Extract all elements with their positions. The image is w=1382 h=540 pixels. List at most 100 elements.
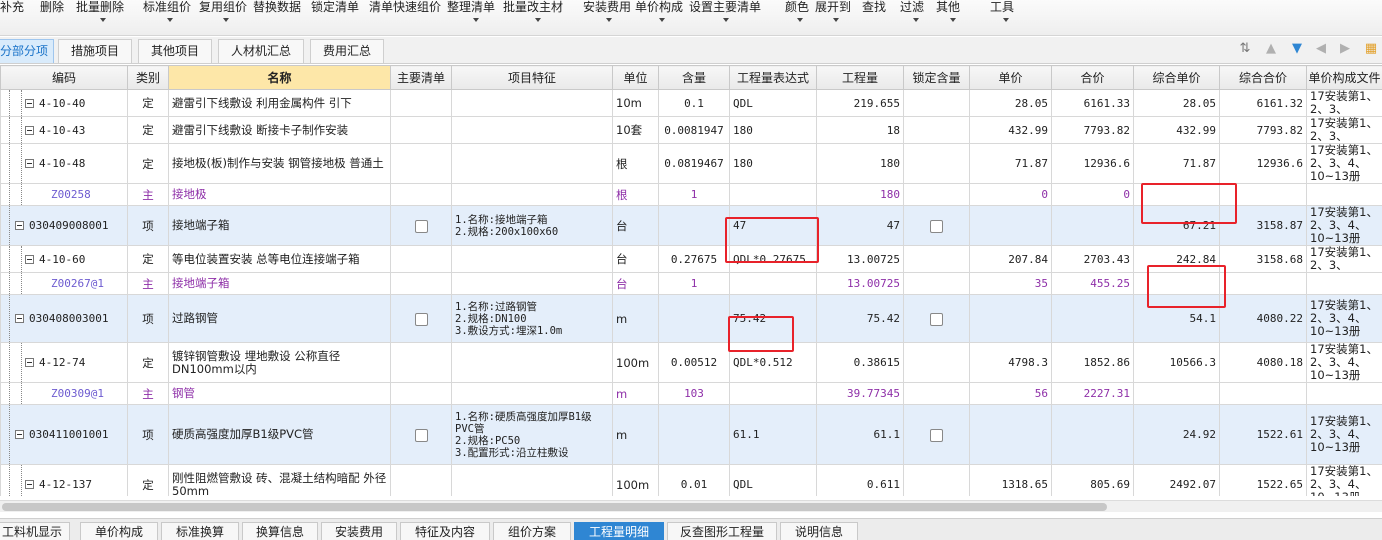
col-header-total[interactable]: 合价 xyxy=(1051,65,1134,90)
cell-expression[interactable]: QDL xyxy=(729,89,817,117)
sort-icon[interactable]: ⇅ xyxy=(1238,42,1252,56)
cell-price-file[interactable]: 17安装第1、2、3、 xyxy=(1306,245,1382,273)
cell-name[interactable]: 钢管 xyxy=(168,382,391,405)
cell-total[interactable]: 805.69 xyxy=(1051,464,1134,496)
cell-comp-unit-price[interactable]: 28.05 xyxy=(1133,89,1220,117)
cell-unit-price[interactable]: 207.84 xyxy=(969,245,1052,273)
cell-name[interactable]: 接地端子箱 xyxy=(168,272,391,295)
cell-ratio[interactable]: 0.01 xyxy=(658,464,730,496)
toolbar-price-structure-button[interactable]: 单价构成 xyxy=(635,0,683,16)
chevron-down-icon[interactable] xyxy=(1003,18,1009,22)
cell-quantity[interactable]: 180 xyxy=(816,183,904,206)
cell-category[interactable]: 主 xyxy=(127,272,169,295)
quota-row[interactable]: 4-10-48 定接地极(板)制作与安装 钢管接地极 普通土根 0.0819467 1… xyxy=(0,143,1382,184)
cell-quantity[interactable]: 61.1 xyxy=(816,404,904,465)
cell-expression[interactable] xyxy=(729,382,817,405)
cell-name[interactable]: 等电位装置安装 总等电位连接端子箱 xyxy=(168,245,391,273)
btab-huansuanxinxi[interactable]: 换算信息 xyxy=(242,522,318,540)
cell-ratio[interactable]: 1 xyxy=(658,183,730,206)
cell-total[interactable] xyxy=(1051,205,1134,246)
cell-lock-ratio[interactable] xyxy=(903,382,970,405)
cell-lock-ratio[interactable] xyxy=(903,205,970,246)
col-header-main-bill[interactable]: 主要清单 xyxy=(390,65,452,90)
chevron-down-icon[interactable] xyxy=(535,18,541,22)
cell-quantity[interactable]: 47 xyxy=(816,205,904,246)
cell-total[interactable]: 2703.43 xyxy=(1051,245,1134,273)
cell-category[interactable]: 定 xyxy=(127,116,169,144)
cell-unit-price[interactable] xyxy=(969,205,1052,246)
btab-tezheng[interactable]: 特征及内容 xyxy=(400,522,490,540)
cell-price-file[interactable] xyxy=(1306,382,1382,405)
cell-category[interactable]: 主 xyxy=(127,183,169,206)
cell-category[interactable]: 定 xyxy=(127,89,169,117)
cell-total[interactable]: 6161.33 xyxy=(1051,89,1134,117)
cell-comp-unit-price[interactable] xyxy=(1133,272,1220,295)
toolbar-set-main-bill-button[interactable]: 设置主要清单 xyxy=(689,0,761,16)
cell-unit-price[interactable]: 71.87 xyxy=(969,143,1052,184)
cell-name[interactable]: 接地端子箱 xyxy=(168,205,391,246)
cell-expression[interactable]: QDL*0.27675 xyxy=(729,245,817,273)
cell-unit-price[interactable]: 0 xyxy=(969,183,1052,206)
cell-code[interactable]: 4-10-40 xyxy=(0,89,128,117)
cell-comp-total[interactable]: 6161.32 xyxy=(1219,89,1307,117)
cell-comp-total[interactable] xyxy=(1219,272,1307,295)
col-header-comp-total[interactable]: 综合合价 xyxy=(1219,65,1307,90)
cell-category[interactable]: 主 xyxy=(127,382,169,405)
cell-total[interactable]: 12936.6 xyxy=(1051,143,1134,184)
cell-lock-ratio[interactable] xyxy=(903,404,970,465)
toolbar-find-button[interactable]: 查找 xyxy=(862,0,886,16)
cell-expression[interactable] xyxy=(729,272,817,295)
cell-price-file[interactable]: 17安装第1、2、3、4、10~13册 xyxy=(1306,143,1382,184)
col-header-features[interactable]: 项目特征 xyxy=(451,65,613,90)
toolbar-tools-button[interactable]: 工具 xyxy=(990,0,1014,16)
btab-anzhuangfeiyong[interactable]: 安装费用 xyxy=(321,522,397,540)
cell-code[interactable]: 4-12-137 xyxy=(0,464,128,496)
chevron-down-icon[interactable] xyxy=(913,18,919,22)
cell-ratio[interactable]: 0.00512 xyxy=(658,342,730,383)
cell-total[interactable]: 455.25 xyxy=(1051,272,1134,295)
chevron-down-icon[interactable] xyxy=(606,18,612,22)
horizontal-scrollbar[interactable] xyxy=(0,500,1382,512)
collapse-icon[interactable] xyxy=(25,98,34,108)
move-right-icon[interactable]: ▶ xyxy=(1338,42,1352,56)
cell-comp-unit-price[interactable]: 10566.3 xyxy=(1133,342,1220,383)
cell-unit[interactable]: 10m xyxy=(612,89,659,117)
cell-features[interactable] xyxy=(451,245,613,273)
cell-features[interactable]: 1.名称:接地端子箱 2.规格:200x100x60 xyxy=(451,205,613,246)
cell-quantity[interactable]: 219.655 xyxy=(816,89,904,117)
lock-ratio-checkbox[interactable] xyxy=(930,219,943,233)
lock-ratio-checkbox[interactable] xyxy=(930,312,943,326)
cell-code[interactable]: 030408003001 xyxy=(0,294,128,343)
cell-comp-unit-price[interactable]: 242.84 xyxy=(1133,245,1220,273)
chevron-down-icon[interactable] xyxy=(100,18,106,22)
cell-unit-price[interactable]: 4798.3 xyxy=(969,342,1052,383)
cell-total[interactable] xyxy=(1051,294,1134,343)
col-header-lock-ratio[interactable]: 锁定含量 xyxy=(903,65,970,90)
cell-lock-ratio[interactable] xyxy=(903,342,970,383)
toolbar-install-fee-button[interactable]: 安装费用 xyxy=(583,0,631,16)
cell-code[interactable]: 030409008001 xyxy=(0,205,128,246)
btab-fancha[interactable]: 反查图形工程量 xyxy=(667,522,777,540)
toolbar-expand-to-button[interactable]: 展开到 xyxy=(815,0,851,16)
col-header-name[interactable]: 名称 xyxy=(168,65,391,90)
col-header-category[interactable]: 类别 xyxy=(127,65,169,90)
cell-lock-ratio[interactable] xyxy=(903,89,970,117)
toolbar-replace-data-button[interactable]: 替换数据 xyxy=(253,0,301,16)
cell-code[interactable]: 4-10-60 xyxy=(0,245,128,273)
toolbar-color-button[interactable]: 颜色 xyxy=(785,0,809,16)
move-down-icon[interactable]: ▼ xyxy=(1290,42,1304,56)
cell-ratio[interactable] xyxy=(658,205,730,246)
cell-comp-unit-price[interactable]: 432.99 xyxy=(1133,116,1220,144)
cell-lock-ratio[interactable] xyxy=(903,143,970,184)
cell-unit-price[interactable] xyxy=(969,294,1052,343)
tab-qita[interactable]: 其他项目 xyxy=(138,39,212,63)
cell-quantity[interactable]: 0.38615 xyxy=(816,342,904,383)
main-bill-checkbox[interactable] xyxy=(414,312,428,326)
cell-features[interactable]: 1.名称:硬质高强度加厚B1级PVC管 2.规格:PC50 3.配置形式:沿立柱敷设 xyxy=(451,404,613,465)
btab-biaozhunhuansuan[interactable]: 标准换算 xyxy=(161,522,239,540)
toolbar-filter-button[interactable]: 过滤 xyxy=(900,0,924,16)
collapse-icon[interactable] xyxy=(15,314,24,323)
main-material-row[interactable]: Z00258 主接地极 根 1 180 0 0 xyxy=(0,183,1382,206)
main-bill-checkbox[interactable] xyxy=(414,219,428,233)
cell-price-file[interactable]: 17安装第1、2、3、4、10~13册 xyxy=(1306,464,1382,496)
